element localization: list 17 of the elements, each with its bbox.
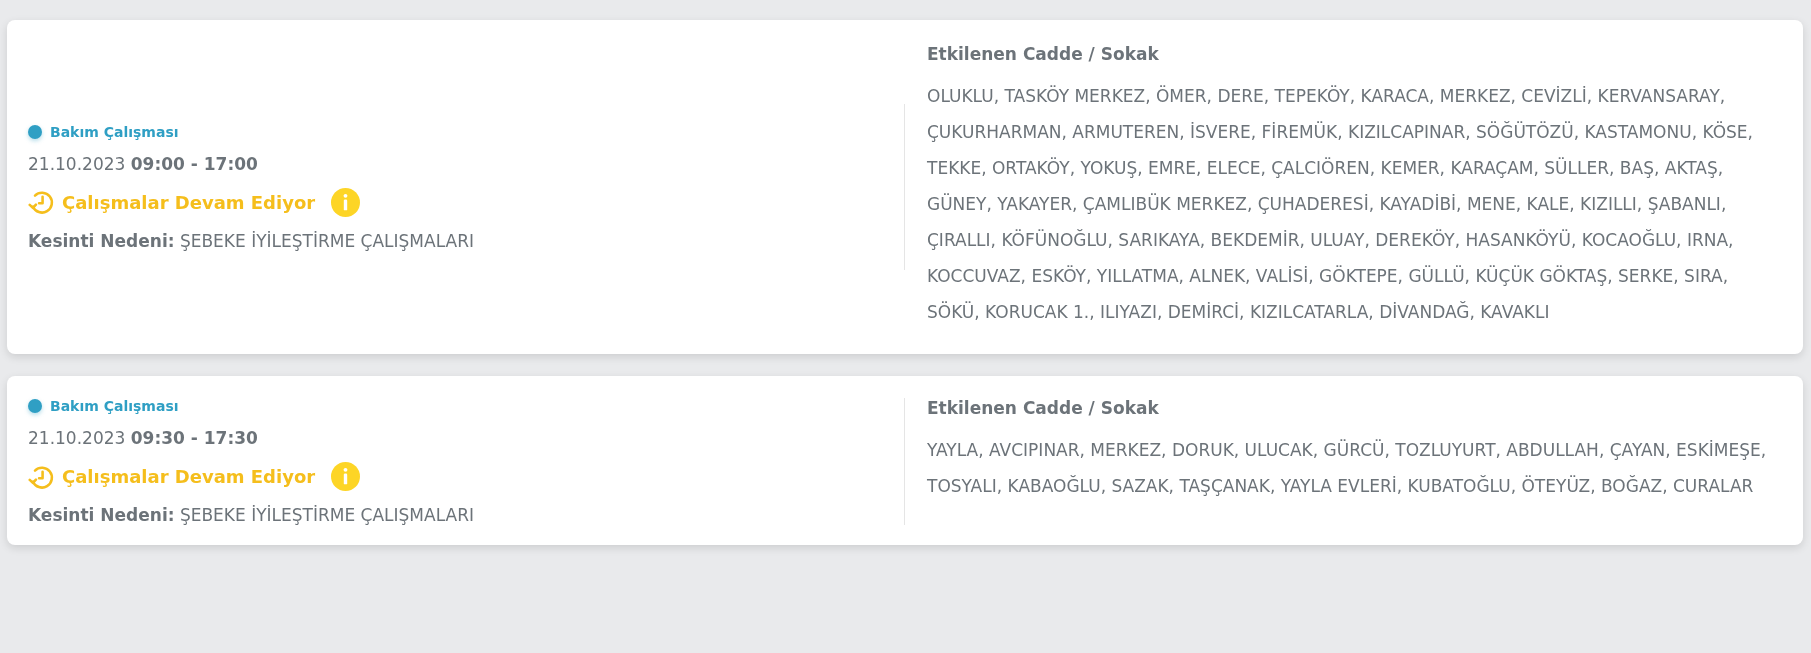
streets-heading: Etkilenen Cadde / Sokak — [927, 398, 1160, 418]
streets-list: YAYLA, AVCIPINAR, MERKEZ, DORUK, ULUCAK, GÜRCÜ, TOZLUYURT, ABDULLAH, ÇAYAN, ESKİMEŞE, TOSYALI, KABAOĞLU, SAZAK, TAŞÇANAK, YAYLA EVLERİ, KUBATOĞLU, ÖTEYÜZ, BOĞAZ, CURALAR — [927, 432, 1777, 504]
streets-heading: Etkilenen Cadde / Sokak — [927, 44, 1160, 64]
date-time: 21.10.2023 09:00 - 17:00 — [28, 153, 259, 174]
work-status: Çalışmalar Devam Ediyor — [62, 191, 316, 213]
info-icon[interactable] — [331, 462, 361, 491]
status-dot-icon — [28, 399, 42, 413]
outage-reason: Kesinti Nedeni: ŞEBEKE İYİLEŞTİRME ÇALIŞMALARI — [28, 505, 475, 525]
streets-list: OLUKLU, TASKÖY MERKEZ, ÖMER, DERE, TEPEKÖY, KARACA, MERKEZ, CEVİZLİ, KERVANSARAY, ÇUKURHARMAN, ARMUTEREN, İSVERE, FİREMÜK, KIZILCAPINAR, SÖĞÜTÖZÜ, KASTAMONU, KÖSE, TEKKE, ORTAKÖY, YOKUŞ, EMRE, ELECE, ÇALCIÖREN, KEMER, KARAÇAM, SÜLLER, BAŞ, AKTAŞ, GÜNEY, YAKAYER, ÇAMLIBÜK MERKEZ, ÇUHADERESİ, KAYADİBİ, MENE, KALE, KIZILLI, ŞABANLI, ÇIRALLI, KÖFÜNOĞLU, SARIKAYA, BEKDEMİR, ULUAY, DEREKÖY, HASANKÖYÜ, KOCAOĞLU, IRNA, KOCCUVAZ, ESKÖY, YILLATMA, ALNEK, VALİSİ, GÖKTEPE, GÜLLÜ, KÜÇÜK GÖKTAŞ, SERKE, SIRA, SÖKÜ, KORUCAK 1., ILIYAZI, DEMİRCİ, KIZILCATARLA, DİVANDAĞ, KAVAKLI — [927, 78, 1777, 330]
outage-type: Bakım Çalışması — [50, 398, 179, 414]
status-dot-icon — [28, 124, 42, 139]
clock-icon — [28, 188, 56, 216]
work-status: Çalışmalar Devam Ediyor — [62, 466, 316, 487]
outage-reason: Kesinti Nedeni: ŞEBEKE İYİLEŞTİRME ÇALIŞMALARI — [28, 230, 475, 251]
outage-type: Bakım Çalışması — [50, 123, 179, 140]
info-icon[interactable] — [331, 187, 361, 217]
date-time: 21.10.2023 09:30 - 17:30 — [28, 428, 259, 448]
